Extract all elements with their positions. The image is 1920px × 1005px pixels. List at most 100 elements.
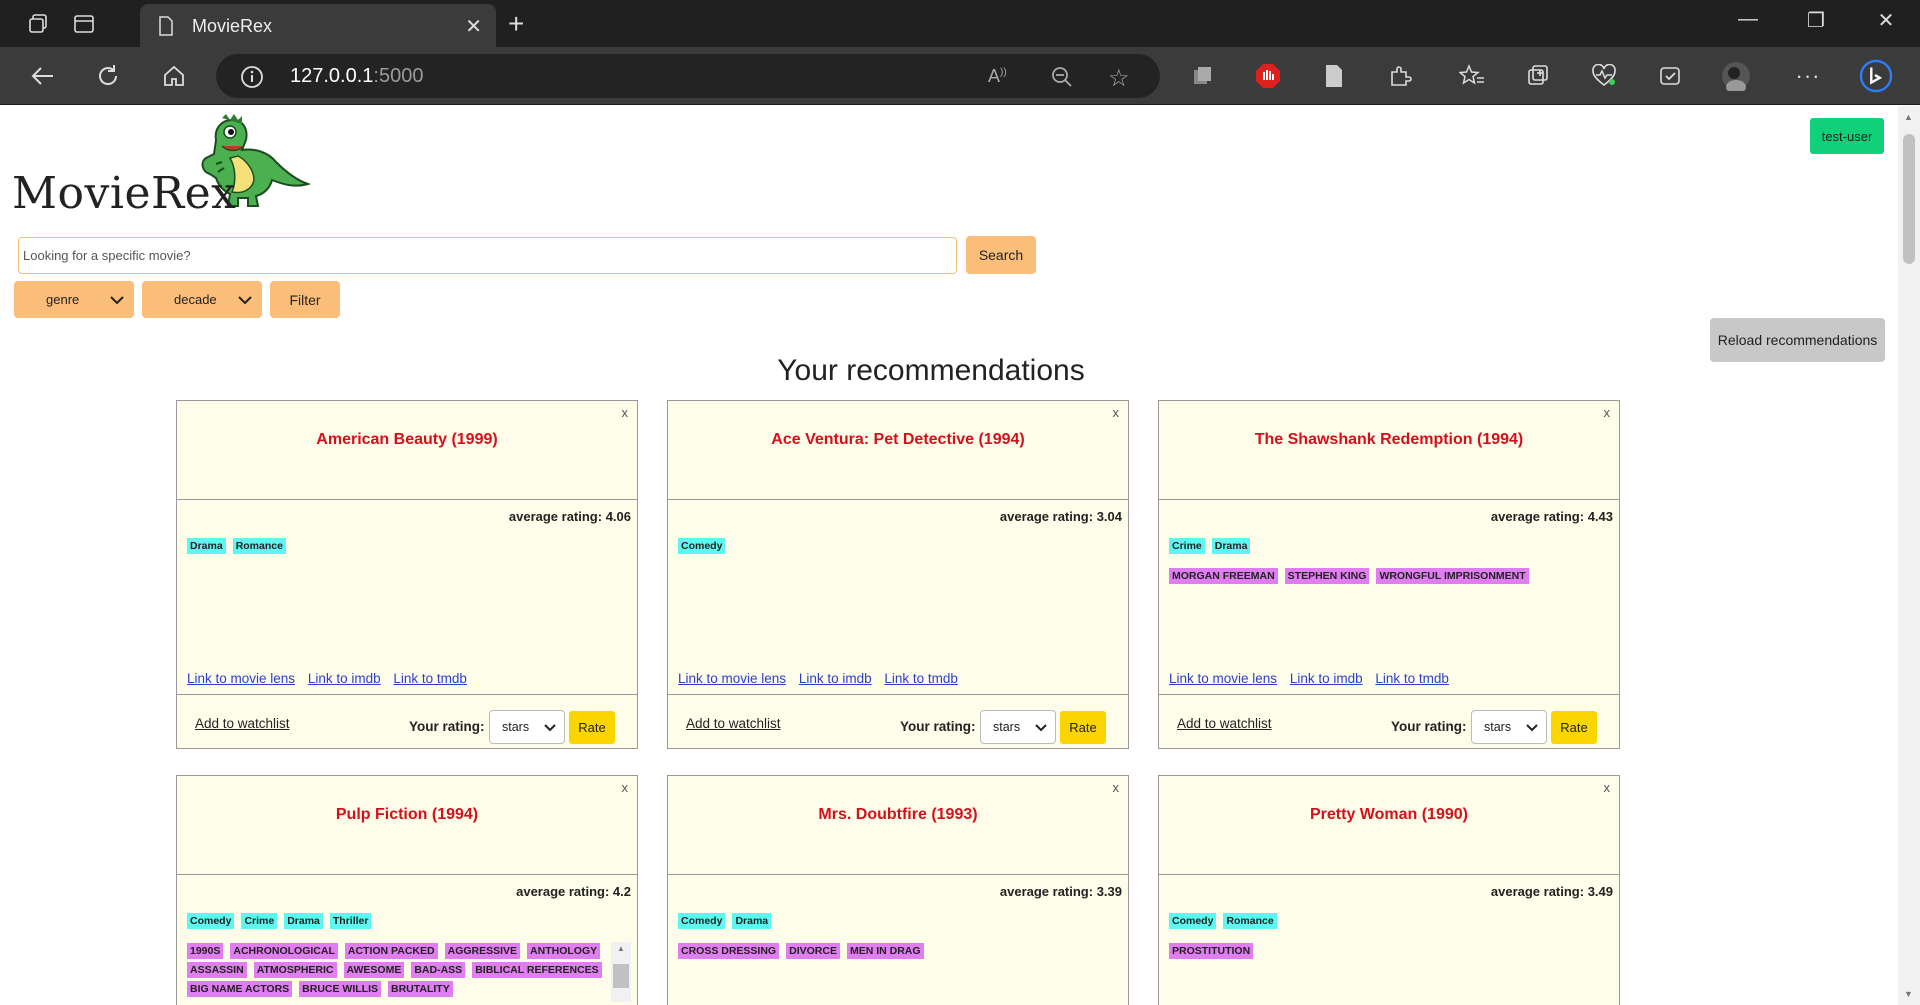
- movie-card: x Pretty Woman (1990) average rating: 3.…: [1158, 775, 1620, 1005]
- restore-icon[interactable]: ❐: [1796, 8, 1836, 33]
- dismiss-card-button[interactable]: x: [1113, 405, 1120, 420]
- dismiss-card-button[interactable]: x: [622, 405, 629, 420]
- search-button[interactable]: Search: [966, 236, 1036, 274]
- tmdb-link[interactable]: Link to tmdb: [393, 671, 467, 686]
- movie-title: Ace Ventura: Pet Detective (1994): [771, 431, 1025, 448]
- keyword-tag: ACHRONOLOGICAL: [230, 943, 338, 959]
- imdb-link[interactable]: Link to imdb: [799, 671, 872, 686]
- keyword-tags: PROSTITUTION: [1169, 943, 1591, 959]
- add-to-watchlist-link[interactable]: Add to watchlist: [686, 716, 781, 731]
- rate-button[interactable]: Rate: [1551, 711, 1597, 744]
- health-icon[interactable]: [1588, 60, 1620, 92]
- favorite-star-icon[interactable]: ☆: [1108, 64, 1130, 93]
- site-info-icon[interactable]: [240, 65, 264, 94]
- keyword-tag: AWESOME: [343, 962, 405, 978]
- tmdb-link[interactable]: Link to tmdb: [884, 671, 958, 686]
- page-scrollbar[interactable]: ▲ ▼: [1898, 106, 1920, 1005]
- dismiss-card-button[interactable]: x: [1113, 780, 1120, 795]
- keyword-tag: 1990S: [187, 943, 224, 959]
- keyword-tags: MORGAN FREEMAN STEPHEN KING WRONGFUL IMP…: [1169, 568, 1591, 584]
- document-icon[interactable]: [1318, 60, 1350, 92]
- url-text: 127.0.0.1:5000: [290, 65, 424, 87]
- genre-select[interactable]: genre: [14, 281, 134, 318]
- keyword-tag: ANTHOLOGY: [527, 943, 601, 959]
- tab-actions-icon[interactable]: [68, 8, 100, 40]
- scroll-thumb[interactable]: [613, 964, 629, 988]
- divider: [668, 499, 1128, 500]
- movie-links: Link to movie lens Link to imdb Link to …: [187, 671, 476, 686]
- keyword-tag: BRUCE WILLIS: [299, 981, 381, 997]
- workspaces-icon[interactable]: [22, 8, 54, 40]
- imdb-link[interactable]: Link to imdb: [308, 671, 381, 686]
- read-aloud-icon[interactable]: A)): [988, 66, 1007, 87]
- decade-select[interactable]: decade: [142, 281, 262, 318]
- back-icon[interactable]: [26, 60, 58, 92]
- add-collection-icon[interactable]: [1522, 60, 1554, 92]
- scroll-up-icon[interactable]: ▲: [1904, 112, 1913, 122]
- genre-select-label: genre: [46, 292, 80, 307]
- divider: [177, 874, 637, 875]
- tab-movierex[interactable]: MovieRex ✕: [140, 4, 496, 47]
- adblock-icon[interactable]: [1252, 60, 1284, 92]
- keyword-tag: PROSTITUTION: [1169, 943, 1254, 959]
- movie-links: Link to movie lens Link to imdb Link to …: [1169, 671, 1458, 686]
- new-tab-icon[interactable]: +: [508, 8, 524, 40]
- section-title: Your recommendations: [777, 354, 1085, 387]
- rate-button[interactable]: Rate: [569, 711, 615, 744]
- add-to-watchlist-link[interactable]: Add to watchlist: [195, 716, 290, 731]
- user-button[interactable]: test-user: [1810, 118, 1884, 154]
- tmdb-link[interactable]: Link to tmdb: [1375, 671, 1449, 686]
- genre-tag: Drama: [732, 913, 772, 929]
- stars-select[interactable]: stars: [1471, 710, 1547, 744]
- profile-avatar-icon[interactable]: [1720, 60, 1752, 92]
- keyword-tag: DIVORCE: [786, 943, 840, 959]
- favorites-icon[interactable]: [1456, 60, 1488, 92]
- search-input[interactable]: Looking for a specific movie?: [18, 237, 957, 274]
- average-rating: average rating: 3.04: [999, 509, 1122, 524]
- close-window-icon[interactable]: ✕: [1866, 8, 1906, 33]
- dismiss-card-button[interactable]: x: [1604, 780, 1611, 795]
- refresh-icon[interactable]: [92, 60, 124, 92]
- close-tab-icon[interactable]: ✕: [465, 14, 482, 39]
- genre-tag: Drama: [187, 538, 226, 554]
- keyword-scrollbar[interactable]: ▲: [611, 942, 631, 1002]
- divider: [177, 499, 637, 500]
- scroll-down-icon[interactable]: ▼: [1904, 989, 1913, 999]
- minimize-icon[interactable]: —: [1728, 8, 1768, 31]
- filter-button[interactable]: Filter: [270, 281, 340, 318]
- average-rating: average rating: 4.2: [516, 884, 631, 899]
- keyword-tag: BAD-ASS: [411, 962, 466, 978]
- movielens-link[interactable]: Link to movie lens: [678, 671, 786, 686]
- dismiss-card-button[interactable]: x: [622, 780, 629, 795]
- movielens-link[interactable]: Link to movie lens: [187, 671, 295, 686]
- movielens-link[interactable]: Link to movie lens: [1169, 671, 1277, 686]
- chevron-down-icon: [1035, 721, 1047, 735]
- dismiss-card-button[interactable]: x: [1604, 405, 1611, 420]
- genre-tags: Comedy Romance: [1169, 913, 1591, 929]
- genre-tag: Romance: [232, 538, 286, 554]
- stars-select[interactable]: stars: [489, 710, 565, 744]
- scroll-thumb[interactable]: [1903, 134, 1915, 264]
- collections-icon[interactable]: [1186, 60, 1218, 92]
- stars-select[interactable]: stars: [980, 710, 1056, 744]
- genre-tag: Thriller: [329, 913, 372, 929]
- zoom-out-icon[interactable]: [1050, 65, 1074, 94]
- address-bar[interactable]: 127.0.0.1:5000 A)) ☆: [216, 54, 1160, 98]
- add-to-watchlist-link[interactable]: Add to watchlist: [1177, 716, 1272, 731]
- home-icon[interactable]: [158, 60, 190, 92]
- extensions-icon[interactable]: [1384, 60, 1416, 92]
- performance-icon[interactable]: [1654, 60, 1686, 92]
- imdb-link[interactable]: Link to imdb: [1290, 671, 1363, 686]
- genre-tags: Comedy Drama: [678, 913, 1100, 929]
- bing-copilot-icon[interactable]: [1860, 59, 1892, 93]
- genre-tag: Crime: [241, 913, 278, 929]
- chevron-down-icon: [1526, 721, 1538, 735]
- average-rating: average rating: 3.39: [999, 884, 1122, 899]
- movie-card: x American Beauty (1999) average rating:…: [176, 400, 638, 749]
- stars-select-value: stars: [502, 720, 530, 734]
- more-menu-icon[interactable]: ···: [1792, 60, 1824, 92]
- scroll-up-icon[interactable]: ▲: [617, 944, 625, 953]
- movie-title: Pretty Woman (1990): [1310, 806, 1468, 823]
- rate-button[interactable]: Rate: [1060, 711, 1106, 744]
- keyword-tag: ATMOSPHERIC: [253, 962, 337, 978]
